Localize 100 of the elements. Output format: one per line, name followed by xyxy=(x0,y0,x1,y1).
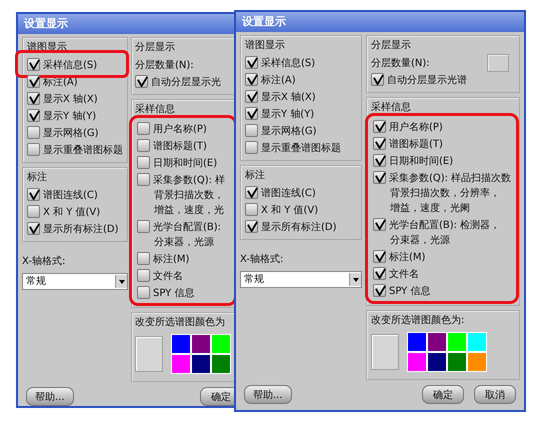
checkbox[interactable] xyxy=(245,90,258,103)
color-swatch[interactable] xyxy=(172,355,190,373)
color-swatch[interactable] xyxy=(192,355,210,373)
checkbox-label: SPY 信息 xyxy=(389,284,430,298)
help-button[interactable]: 帮助... xyxy=(26,387,74,406)
group-title: 采样信息 xyxy=(371,100,412,115)
checkbox[interactable] xyxy=(373,120,386,133)
checkbox[interactable] xyxy=(27,222,40,235)
detail-text: 背景扫描次数，分辨率， xyxy=(389,186,501,201)
checkbox[interactable] xyxy=(137,156,150,169)
ok-button[interactable]: 确定 xyxy=(422,385,464,404)
checkbox-label: 自动分层显示光谱 xyxy=(387,74,467,86)
checkbox[interactable] xyxy=(137,139,150,152)
checkbox[interactable] xyxy=(27,126,40,139)
checkbox-label: 光学台配置(B): xyxy=(153,220,222,234)
checkbox-label: 用户名称(P) xyxy=(389,120,443,134)
color-swatch[interactable] xyxy=(172,335,190,353)
checkbox-label: 日期和时间(E) xyxy=(389,154,454,168)
checkbox[interactable] xyxy=(373,218,386,231)
group-title: 采样信息 xyxy=(135,102,176,117)
color-swatch[interactable] xyxy=(408,353,426,371)
checkbox-label: 显示X 轴(X) xyxy=(261,90,316,104)
field-label: 分层数量(N): xyxy=(135,58,194,72)
color-swatch[interactable] xyxy=(468,333,486,351)
checkbox[interactable] xyxy=(245,220,258,233)
checkbox[interactable] xyxy=(137,252,150,265)
color-swatch[interactable] xyxy=(468,353,486,371)
checkbox[interactable] xyxy=(137,122,150,135)
checkbox[interactable] xyxy=(27,205,40,218)
checkbox-label: 自动分层显示光 xyxy=(151,76,221,88)
checkbox[interactable] xyxy=(27,75,40,88)
detail-text: 背景扫描次数， xyxy=(153,188,225,203)
cancel-button[interactable]: 取消 xyxy=(474,385,516,404)
group-title: 标注 xyxy=(27,170,48,185)
group-title: 分层显示 xyxy=(371,39,412,53)
checkbox[interactable] xyxy=(27,143,40,156)
group-title: 谱图显示 xyxy=(245,38,286,53)
field-label: X-轴格式: xyxy=(240,252,284,267)
checkbox[interactable] xyxy=(371,73,384,86)
checkbox[interactable] xyxy=(27,188,40,201)
color-swatch[interactable] xyxy=(212,335,230,353)
checkbox[interactable] xyxy=(137,269,150,282)
checkbox-label: 显示Y 轴(Y) xyxy=(43,110,96,122)
checkbox-label: 显示Y 轴(Y) xyxy=(261,108,314,120)
field-label: 分层数量(N): xyxy=(371,56,430,70)
checkbox[interactable] xyxy=(137,286,150,299)
color-swatch[interactable] xyxy=(448,333,466,351)
checkbox[interactable] xyxy=(373,267,386,280)
checkbox-label: 采集参数(Q): 样品扫描次数 xyxy=(389,172,512,184)
color-swatch[interactable] xyxy=(192,335,210,353)
checkbox-label: 显示重叠谱图标题 xyxy=(261,142,341,154)
checkbox[interactable] xyxy=(245,124,258,137)
checkbox[interactable] xyxy=(373,171,386,184)
color-swatch[interactable] xyxy=(448,353,466,371)
detail-text: 增益，速度，光阑 xyxy=(389,202,471,216)
checkbox-label: 标注(A) xyxy=(261,74,296,86)
checkbox[interactable] xyxy=(137,173,150,186)
checkbox-label: 谱图连线(C) xyxy=(43,188,98,202)
checkbox[interactable] xyxy=(373,250,386,263)
dialog-title: 设置显示 xyxy=(236,12,524,32)
dropdown[interactable]: 常规 xyxy=(22,273,128,290)
detail-text: 分束器，光源 xyxy=(153,236,215,250)
detail-text: 增益，速度，光 xyxy=(153,204,225,218)
detail-text: 分束器，光源 xyxy=(389,234,451,248)
checkbox[interactable] xyxy=(27,109,40,122)
checkbox[interactable] xyxy=(245,73,258,86)
checkbox-label: 显示网格(G) xyxy=(261,124,317,138)
checkbox[interactable] xyxy=(245,186,258,199)
checkbox[interactable] xyxy=(245,203,258,216)
checkbox[interactable] xyxy=(373,137,386,150)
checkbox[interactable] xyxy=(27,92,40,105)
checkbox-label: 显示所有标注(D) xyxy=(43,222,119,236)
checkbox-label: 谱图连线(C) xyxy=(261,186,316,200)
checkbox-label: 标注(M) xyxy=(153,252,190,266)
color-swatch[interactable] xyxy=(212,355,230,373)
checkbox-label: 文件名 xyxy=(153,270,183,282)
checkbox[interactable] xyxy=(135,75,148,88)
checkbox-label: 采样信息(S) xyxy=(43,58,98,72)
group-title: 分层显示 xyxy=(135,41,176,55)
checkbox[interactable] xyxy=(373,284,386,297)
color-swatch[interactable] xyxy=(408,333,426,351)
group-title: 标注 xyxy=(245,168,266,183)
checkbox-label: 文件名 xyxy=(389,268,419,280)
checkbox[interactable] xyxy=(27,58,40,71)
checkbox[interactable] xyxy=(245,107,258,120)
dropdown[interactable]: 常规 xyxy=(240,271,362,288)
checkbox[interactable] xyxy=(373,154,386,167)
checkbox-label: 显示重叠谱图标题 xyxy=(43,144,123,156)
checkbox[interactable] xyxy=(245,56,258,69)
color-swatch[interactable] xyxy=(428,333,446,351)
checkbox-label: 谱图标题(T) xyxy=(153,140,207,152)
checkbox[interactable] xyxy=(245,141,258,154)
color-swatch[interactable] xyxy=(428,353,446,371)
group-title: 改变所选谱图颜色为: xyxy=(371,314,466,328)
dialog-title: 设置显示 xyxy=(18,14,236,34)
checkbox-label: 谱图标题(T) xyxy=(389,138,443,150)
checkbox-label: 显示X 轴(X) xyxy=(43,92,98,106)
checkbox[interactable] xyxy=(137,220,150,233)
checkbox-label: 显示网格(G) xyxy=(43,126,99,140)
help-button[interactable]: 帮助... xyxy=(244,385,292,404)
